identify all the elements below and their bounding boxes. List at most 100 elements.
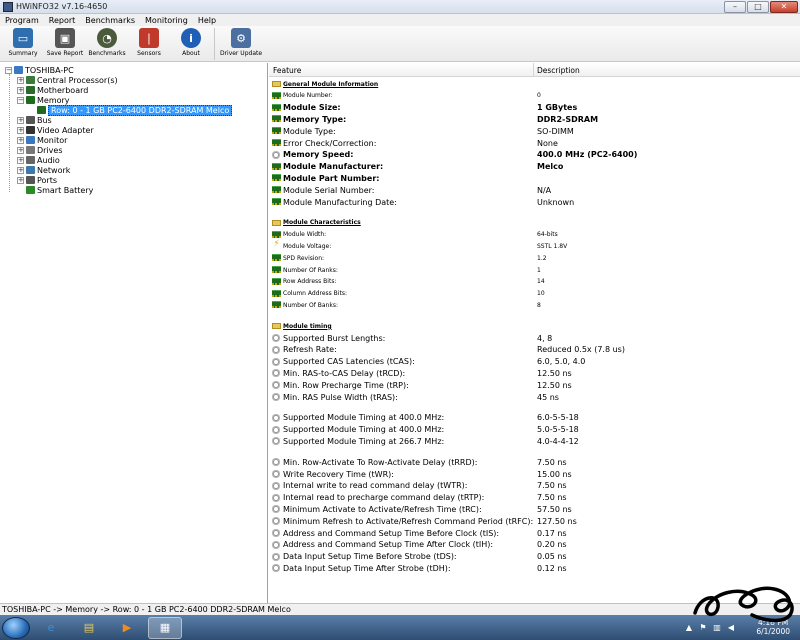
detail-row[interactable]: Supported CAS Latencies (tCAS): 6.0, 5.0,… (269, 356, 800, 368)
expand-toggle-icon[interactable]: + (17, 116, 24, 124)
detail-row[interactable]: Address and Command Setup Time Before Cl… (269, 527, 800, 539)
clock-icon (272, 425, 280, 434)
detail-row[interactable]: Module Manufacturing Date: Unknown (269, 196, 800, 208)
close-button[interactable]: ✕ (770, 1, 798, 13)
tree-item-smart-battery[interactable]: Smart Battery (17, 185, 93, 195)
detail-row[interactable]: Module Type: SO-DIMM (269, 125, 800, 137)
menu-help[interactable]: Help (193, 16, 221, 25)
detail-row[interactable]: Data Input Setup Time After Strobe (tDH)… (269, 562, 800, 574)
memory-chip-icon (272, 103, 281, 111)
collapse-toggle-icon[interactable]: − (5, 66, 12, 74)
expand-toggle-icon[interactable]: + (17, 166, 24, 174)
tree-item-drives[interactable]: + Drives (17, 145, 63, 155)
detail-row[interactable]: Module Number: 0 (269, 90, 800, 102)
taskbar-button-0[interactable]: e (34, 617, 68, 639)
feature-label: General Module Information (283, 80, 379, 88)
tree-guide-line (9, 74, 10, 192)
detail-row[interactable]: ⚡ Module Voltage: SSTL 1.8V (269, 240, 800, 252)
description-column-header[interactable]: Description (537, 66, 580, 75)
detail-row[interactable]: Address and Command Setup Time After Clo… (269, 539, 800, 551)
expand-toggle-icon[interactable]: + (17, 136, 24, 144)
tree-item-memory[interactable]: − Memory (17, 95, 70, 105)
start-button[interactable] (2, 616, 30, 639)
detail-row[interactable]: Module Serial Number: N/A (269, 184, 800, 196)
section-header[interactable]: Module timing (269, 320, 800, 332)
detail-row[interactable]: Minimum Refresh to Activate/Refresh Comm… (269, 515, 800, 527)
menu-monitoring[interactable]: Monitoring (140, 16, 193, 25)
detail-row[interactable]: Refresh Rate: Reduced 0.5x (7.8 us) (269, 344, 800, 356)
memory-chip-icon (272, 186, 281, 194)
detail-row[interactable]: Data Input Setup Time Before Strobe (tDS… (269, 551, 800, 563)
tree-item-video-adapter[interactable]: + Video Adapter (17, 125, 94, 135)
tree-item-label: Audio (37, 155, 60, 165)
detail-row[interactable]: Min. RAS-to-CAS Delay (tRCD): 12.50 ns (269, 367, 800, 379)
detail-row[interactable]: Internal read to precharge command delay… (269, 492, 800, 504)
menu-benchmarks[interactable]: Benchmarks (80, 16, 140, 25)
taskbar: e ▤ ▶ ▦ ▲ ⚑ ▥ ◀ 4:18 PM 6/1/2000 (0, 615, 800, 640)
taskbar-button-1[interactable]: ▤ (72, 617, 106, 639)
detail-row[interactable]: Row Address Bits: 14 (269, 276, 800, 288)
detail-row[interactable]: Module Part Number: (269, 172, 800, 184)
taskbar-button-2[interactable]: ▶ (110, 617, 144, 639)
memory-chip-icon (272, 115, 281, 123)
tree-item-monitor[interactable]: + Monitor (17, 135, 67, 145)
maximize-button[interactable]: □ (747, 1, 769, 13)
detail-row[interactable]: SPD Revision: 1.2 (269, 252, 800, 264)
description-value: 0.20 ns (537, 540, 567, 550)
collapse-toggle-icon[interactable]: − (17, 96, 24, 104)
description-value: SO-DIMM (537, 126, 574, 136)
detail-row[interactable]: Min. Row Precharge Time (tRP): 12.50 ns (269, 379, 800, 391)
tree-item-motherboard[interactable]: + Motherboard (17, 85, 88, 95)
cpu-icon (26, 76, 35, 84)
detail-row[interactable]: Column Address Bits: 10 (269, 288, 800, 300)
expand-toggle-icon[interactable]: + (17, 76, 24, 84)
feature-column-header[interactable]: Feature (273, 66, 301, 75)
detail-row[interactable]: Supported Module Timing at 400.0 MHz: 6.0… (269, 412, 800, 424)
tree-item-row-0-1-gb-pc2-6400-ddr2-sdram-melco[interactable]: Row: 0 - 1 GB PC2-6400 DDR2-SDRAM Melco (28, 104, 233, 116)
summary-button[interactable]: ▭ Summary (2, 26, 44, 60)
save-report-button[interactable]: ▣ Save Report (44, 26, 86, 60)
clock-icon (272, 334, 280, 342)
tree-item-central-processor-s[interactable]: + Central Processor(s) (17, 75, 118, 85)
detail-row[interactable]: Min. RAS Pulse Width (tRAS): 45 ns (269, 391, 800, 403)
detail-row[interactable]: Supported Module Timing at 400.0 MHz: 5.0… (269, 424, 800, 436)
detail-row[interactable]: Memory Speed: 400.0 MHz (PC2-6400) (269, 149, 800, 161)
taskbar-button-3[interactable]: ▦ (148, 616, 182, 639)
detail-row[interactable]: Module Width: 64-bits (269, 229, 800, 241)
memory-chip-icon (272, 301, 281, 309)
detail-row[interactable]: Number Of Banks: 8 (269, 299, 800, 311)
tree-root[interactable]: − TOSHIBA-PC (5, 65, 74, 75)
section-header[interactable]: Module Characteristics (269, 217, 800, 229)
detail-row[interactable]: Write Recovery Time (tWR): 15.00 ns (269, 468, 800, 480)
detail-row[interactable]: Memory Type: DDR2-SDRAM (269, 113, 800, 125)
column-divider[interactable] (533, 63, 534, 77)
expand-toggle-icon[interactable]: + (17, 156, 24, 164)
tree-item-network[interactable]: + Network (17, 165, 70, 175)
expand-toggle-icon[interactable]: + (17, 126, 24, 134)
detail-row[interactable]: Supported Module Timing at 266.7 MHz: 4.0… (269, 435, 800, 447)
driver-update-button[interactable]: ⚙ Driver Update (217, 26, 265, 60)
detail-row[interactable]: Min. Row-Activate To Row-Activate Delay … (269, 456, 800, 468)
expand-toggle-icon[interactable]: + (17, 146, 24, 154)
detail-row[interactable]: Module Size: 1 GBytes (269, 102, 800, 114)
detail-row[interactable]: Internal write to read command delay (tW… (269, 480, 800, 492)
expand-toggle-icon[interactable]: + (17, 176, 24, 184)
about-button[interactable]: i About (170, 26, 212, 60)
menu-report[interactable]: Report (44, 16, 81, 25)
menu-program[interactable]: Program (0, 16, 44, 25)
sensors-button[interactable]: ❘ Sensors (128, 26, 170, 60)
description-value: 4.0-4-4-12 (537, 436, 579, 446)
minimize-button[interactable]: – (724, 1, 746, 13)
benchmarks-button[interactable]: ◔ Benchmarks (86, 26, 128, 60)
tree-item-ports[interactable]: + Ports (17, 175, 57, 185)
section-header[interactable]: General Module Information (269, 78, 800, 90)
detail-row[interactable]: Error Check/Correction: None (269, 137, 800, 149)
expand-toggle-icon[interactable]: + (17, 86, 24, 94)
detail-row[interactable]: Module Manufacturer: Melco (269, 161, 800, 173)
tree-item-audio[interactable]: + Audio (17, 155, 60, 165)
tree-item-bus[interactable]: + Bus (17, 115, 52, 125)
detail-row[interactable]: Minimum Activate to Activate/Refresh Tim… (269, 503, 800, 515)
detail-row[interactable]: Supported Burst Lengths: 4, 8 (269, 332, 800, 344)
memory-chip-icon (272, 127, 281, 135)
detail-row[interactable]: Number Of Ranks: 1 (269, 264, 800, 276)
